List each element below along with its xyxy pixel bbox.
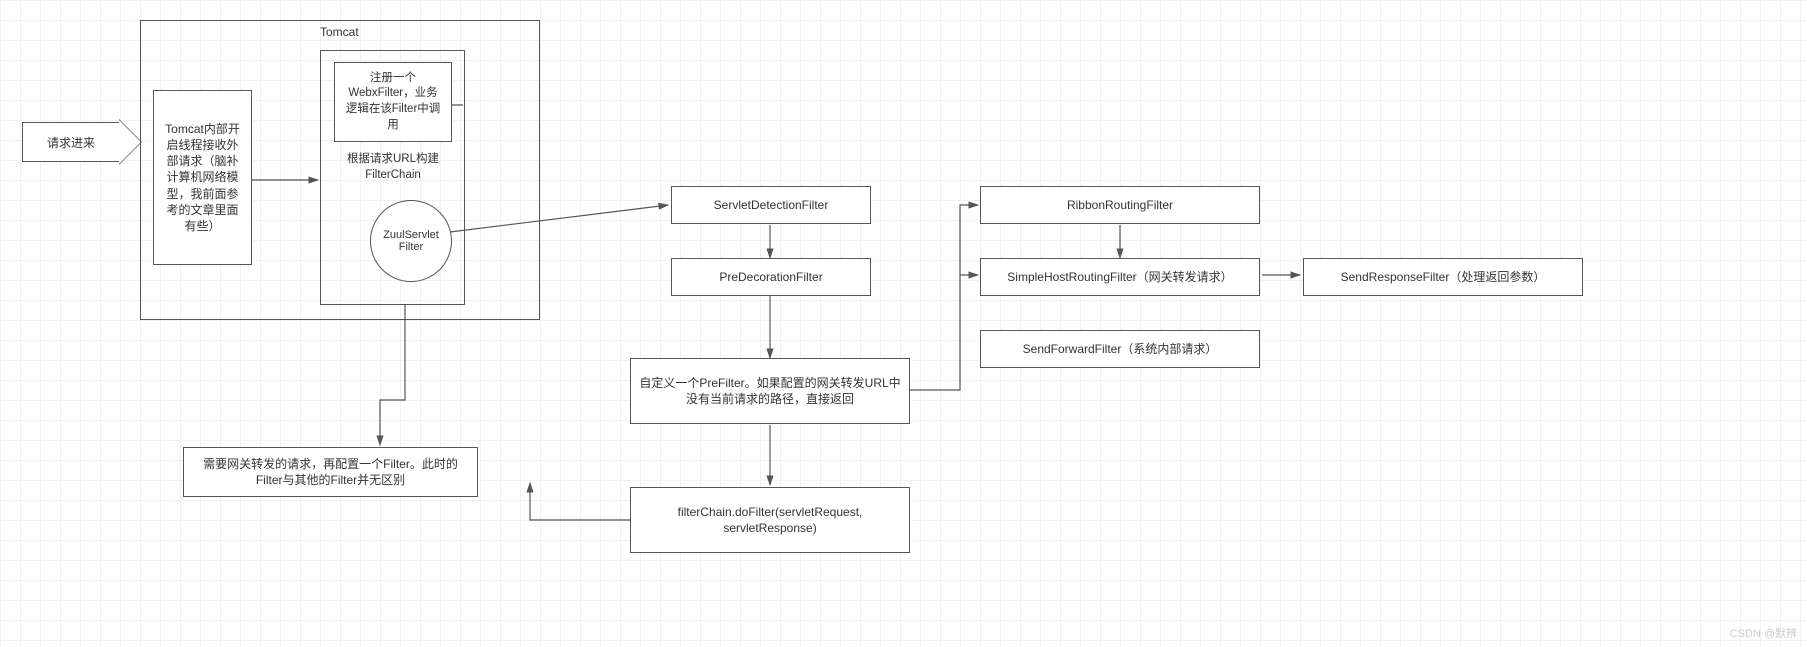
watermark: CSDN @默辨 bbox=[1730, 625, 1797, 641]
gateway-note-box: 需要网关转发的请求，再配置一个Filter。此时的Filter与其他的Filte… bbox=[183, 447, 478, 497]
gateway-note-text: 需要网关转发的请求，再配置一个Filter。此时的Filter与其他的Filte… bbox=[192, 456, 469, 488]
simple-host-box: SimpleHostRoutingFilter（网关转发请求） bbox=[980, 258, 1260, 296]
ribbon-routing-box: RibbonRoutingFilter bbox=[980, 186, 1260, 224]
do-filter-text: filterChain.doFilter(servletRequest, ser… bbox=[639, 504, 901, 536]
pre-decoration-text: PreDecorationFilter bbox=[719, 269, 822, 285]
send-response-text: SendResponseFilter（处理返回参数） bbox=[1341, 269, 1546, 285]
filterchain-label: 根据请求URL构建FilterChain bbox=[330, 148, 456, 188]
zuul-servlet-filter-text: ZuulServlet Filter bbox=[375, 229, 447, 253]
request-incoming-label: 请求进来 bbox=[47, 134, 95, 151]
do-filter-box: filterChain.doFilter(servletRequest, ser… bbox=[630, 487, 910, 553]
tomcat-description-text: Tomcat内部开启线程接收外部请求（脑补计算机网络模型，我前面参考的文章里面有… bbox=[162, 121, 243, 234]
tomcat-description: Tomcat内部开启线程接收外部请求（脑补计算机网络模型，我前面参考的文章里面有… bbox=[153, 90, 252, 265]
send-forward-text: SendForwardFilter（系统内部请求） bbox=[1023, 341, 1218, 357]
servlet-detection-box: ServletDetectionFilter bbox=[671, 186, 871, 224]
custom-prefilter-text: 自定义一个PreFilter。如果配置的网关转发URL中没有当前请求的路径，直接… bbox=[639, 375, 901, 407]
send-response-box: SendResponseFilter（处理返回参数） bbox=[1303, 258, 1583, 296]
webx-filter-box: 注册一个WebxFilter，业务逻辑在该Filter中调用 bbox=[334, 62, 452, 142]
zuul-servlet-filter-circle: ZuulServlet Filter bbox=[370, 200, 452, 282]
request-incoming-arrow: 请求进来 bbox=[22, 122, 120, 162]
pre-decoration-box: PreDecorationFilter bbox=[671, 258, 871, 296]
send-forward-box: SendForwardFilter（系统内部请求） bbox=[980, 330, 1260, 368]
webx-filter-text: 注册一个WebxFilter，业务逻辑在该Filter中调用 bbox=[343, 71, 443, 133]
simple-host-text: SimpleHostRoutingFilter（网关转发请求） bbox=[1007, 269, 1232, 285]
ribbon-routing-text: RibbonRoutingFilter bbox=[1067, 197, 1173, 213]
servlet-detection-text: ServletDetectionFilter bbox=[714, 197, 829, 213]
filterchain-text: 根据请求URL构建FilterChain bbox=[338, 152, 448, 183]
tomcat-title: Tomcat bbox=[320, 25, 359, 39]
custom-prefilter-box: 自定义一个PreFilter。如果配置的网关转发URL中没有当前请求的路径，直接… bbox=[630, 358, 910, 424]
